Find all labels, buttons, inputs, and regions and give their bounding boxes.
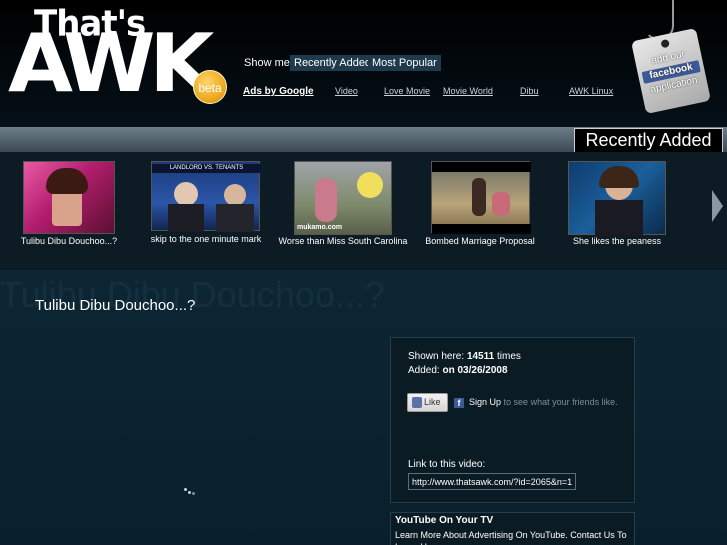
signup-text: to see what your friends like. (503, 397, 618, 407)
loading-spinner-icon (184, 488, 196, 496)
thumbnail-image[interactable]: LANDLORD VS. TENANTS (151, 161, 261, 232)
link-label: Link to this video: (408, 459, 486, 470)
ads-by-google-link[interactable]: Ads by Google (243, 86, 314, 97)
ad-link-love-movie[interactable]: Love Movie (384, 86, 430, 96)
video-title: Tulibu Dibu Douchoo...? (35, 297, 196, 314)
tab-recently-added[interactable]: Recently Added (290, 55, 376, 71)
like-label: Like (424, 397, 441, 407)
signup-prompt: Sign Up to see what your friends like. (469, 397, 618, 407)
ad-panel[interactable]: YouTube On Your TV Learn More About Adve… (390, 512, 635, 545)
video-info-panel: Shown here: 14511 times Added: on 03/26/… (390, 337, 635, 503)
next-arrow-icon[interactable] (712, 190, 723, 222)
facebook-icon: f (454, 398, 464, 408)
site-header: That's AWK beta Show me: Recently Added … (0, 0, 727, 127)
tag-hole-icon (660, 38, 670, 49)
thumbnail-image[interactable] (568, 161, 666, 236)
added-value: on 03/26/2008 (442, 365, 508, 376)
added-label: Added: (408, 365, 440, 376)
show-me-label: Show me: (244, 57, 293, 69)
shown-label: Shown here: (408, 351, 465, 362)
thumbnail-caption[interactable]: Bombed Marriage Proposal (425, 236, 535, 246)
added-date-line: Added: on 03/26/2008 (408, 365, 508, 376)
thumbnail-caption[interactable]: She likes the peaness (573, 236, 661, 246)
thumbs-up-icon (412, 397, 422, 408)
beta-badge: beta (193, 70, 227, 104)
thumbnail-image[interactable]: mukamo.com (294, 161, 392, 235)
ad-text[interactable]: Learn More About Advertising On YouTube.… (395, 529, 635, 545)
section-label: Recently Added (574, 128, 723, 153)
like-button[interactable]: Like (407, 393, 448, 412)
ad-link-dibu[interactable]: Dibu (520, 86, 539, 96)
facebook-app-tag[interactable]: add our facebook application (631, 27, 711, 115)
thumbnail-overlay: LANDLORD VS. TENANTS (152, 164, 261, 173)
shown-suffix: times (496, 351, 521, 362)
thumbnail-caption[interactable]: Tulibu Dibu Douchoo...? (21, 236, 117, 246)
thumbnail-overlay: mukamo.com (297, 224, 343, 231)
ad-title[interactable]: YouTube On Your TV (395, 515, 493, 526)
thumbnail-caption[interactable]: skip to the one minute mark (151, 234, 262, 244)
thumbnail-caption[interactable]: Worse than Miss South Carolina (279, 236, 408, 246)
shown-count-line: Shown here: 14511 times (408, 351, 521, 362)
thumbnail-image[interactable] (431, 161, 531, 234)
signup-link[interactable]: Sign Up (469, 397, 501, 407)
ad-link-video[interactable]: Video (335, 86, 358, 96)
video-link-field[interactable] (408, 473, 576, 490)
thumbnail-strip: Tulibu Dibu Douchoo...? LANDLORD VS. TEN… (0, 152, 727, 270)
tab-most-popular[interactable]: Most Popular (368, 55, 441, 71)
thumbnail-image[interactable] (23, 161, 115, 234)
ad-link-awk-linux[interactable]: AWK Linux (569, 86, 613, 96)
ad-link-movie-world[interactable]: Movie World (443, 86, 493, 96)
logo-awk[interactable]: AWK (8, 24, 214, 104)
shown-count: 14511 (466, 351, 495, 362)
